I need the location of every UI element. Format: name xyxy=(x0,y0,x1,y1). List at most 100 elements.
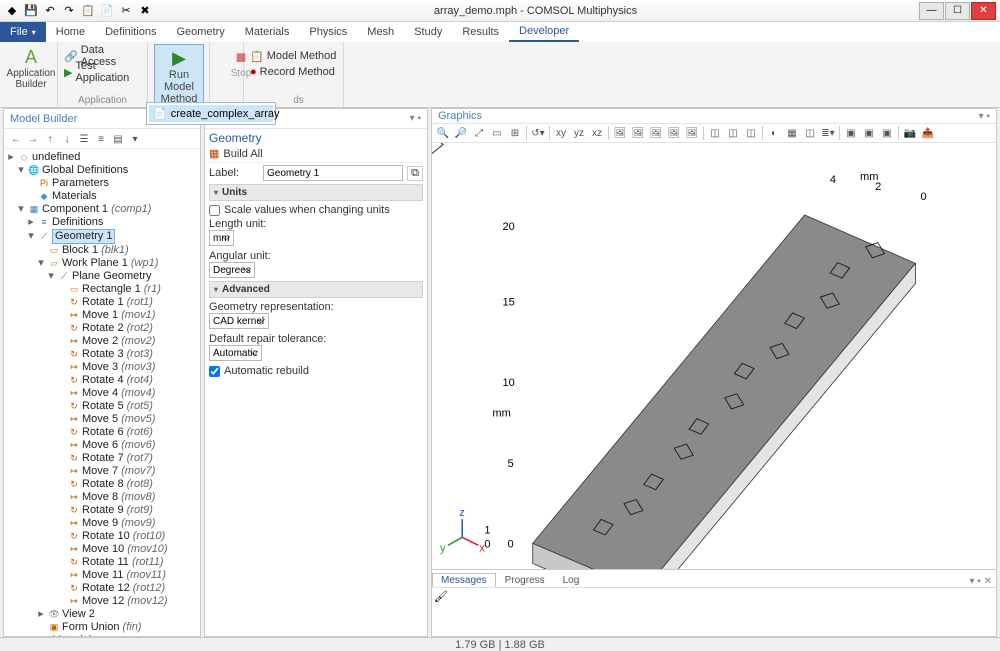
zoom-sel-icon[interactable]: ⊞ xyxy=(506,125,524,141)
tree-node[interactable]: ↻Rotate 8 (rot8) xyxy=(6,478,198,491)
tree-node[interactable]: ↻Rotate 4 (rot4) xyxy=(6,374,198,387)
tab-geometry[interactable]: Geometry xyxy=(166,22,234,42)
export-icon[interactable]: 📤 xyxy=(919,125,937,141)
save-icon[interactable]: 💾 xyxy=(23,3,39,19)
more-icon[interactable]: ▾ xyxy=(127,131,143,147)
repair-select[interactable]: Automatic xyxy=(209,345,262,361)
tree-node[interactable]: ▸👁View 2 xyxy=(6,608,198,621)
snapshot-icon[interactable]: 📷 xyxy=(901,125,919,141)
tree-node[interactable]: ↻Rotate 6 (rot6) xyxy=(6,426,198,439)
tree-node[interactable]: ▣Form Union (fin) xyxy=(6,621,198,634)
tree-node[interactable]: ▾⟋Plane Geometry xyxy=(6,270,198,283)
tree-node[interactable]: ↦Move 12 (mov12) xyxy=(6,595,198,608)
tab-results[interactable]: Results xyxy=(452,22,509,42)
tag-icon[interactable]: ⧉ xyxy=(407,166,423,181)
undo-icon[interactable]: ↶ xyxy=(42,3,58,19)
tree-node[interactable]: ↦Move 6 (mov6) xyxy=(6,439,198,452)
maximize-button[interactable]: ☐ xyxy=(945,2,970,20)
tree-node[interactable]: ▭Rectangle 1 (r1) xyxy=(6,283,198,296)
scale-checkbox[interactable] xyxy=(209,205,220,216)
tree-node[interactable]: ▸◇undefined xyxy=(6,151,198,164)
tree-node[interactable]: ▭Block 1 (blk1) xyxy=(6,244,198,257)
tree-node[interactable]: ↻Rotate 2 (rot2) xyxy=(6,322,198,335)
tree-node[interactable]: ◆Materials xyxy=(6,190,198,203)
select2-icon[interactable]: ◫ xyxy=(724,125,742,141)
tree-node[interactable]: ↦Move 2 (mov2) xyxy=(6,335,198,348)
model-tree[interactable]: ▸◇undefined▾🌐Global Definitions PіParame… xyxy=(4,149,200,636)
image4-icon[interactable]: 🖼 xyxy=(665,125,683,141)
select3-icon[interactable]: ◫ xyxy=(742,125,760,141)
units-section[interactable]: Units xyxy=(209,184,423,201)
zoom-box-icon[interactable]: ▭ xyxy=(488,125,506,141)
pin-icon[interactable]: ▾ ▪ xyxy=(979,111,990,122)
tab-log[interactable]: Log xyxy=(554,573,589,587)
tree-node[interactable]: ↻Rotate 12 (rot12) xyxy=(6,582,198,595)
tree-node[interactable]: ▾🌐Global Definitions xyxy=(6,164,198,177)
clip1-icon[interactable]: ▣ xyxy=(842,125,860,141)
copy-icon[interactable]: 📋 xyxy=(80,3,96,19)
pin-icon[interactable]: ▾ ▪ xyxy=(410,113,421,124)
tree-node[interactable]: ▾⟋Geometry 1 xyxy=(6,229,198,244)
image2-icon[interactable]: 🖼 xyxy=(629,125,647,141)
collapse-icon[interactable]: ▤ xyxy=(110,131,126,147)
select1-icon[interactable]: ◫ xyxy=(706,125,724,141)
pin-icon[interactable]: ▾ ▪ ✕ xyxy=(970,576,997,587)
clip2-icon[interactable]: ▣ xyxy=(860,125,878,141)
tree-node[interactable]: ↻Rotate 3 (rot3) xyxy=(6,348,198,361)
tab-mesh[interactable]: Mesh xyxy=(357,22,404,42)
model-method-button[interactable]: 📋Model Method xyxy=(250,48,337,64)
brush-icon[interactable]: 🖌 xyxy=(434,591,448,603)
wireframe-icon[interactable]: ◫ xyxy=(801,125,819,141)
tree-node[interactable]: ↦Move 9 (mov9) xyxy=(6,517,198,530)
application-builder-button[interactable]: A Application Builder xyxy=(6,44,56,92)
tree-node[interactable]: ↻Rotate 5 (rot5) xyxy=(6,400,198,413)
image5-icon[interactable]: 🖼 xyxy=(683,125,701,141)
tab-definitions[interactable]: Definitions xyxy=(95,22,166,42)
file-tab[interactable]: File xyxy=(0,22,46,42)
tree-node[interactable]: ↻Rotate 1 (rot1) xyxy=(6,296,198,309)
build-all-button[interactable]: ▦Build All xyxy=(209,145,423,163)
tree-node[interactable]: ↦Move 3 (mov3) xyxy=(6,361,198,374)
dropdown-item-create-complex-array[interactable]: 📄 create_complex_array xyxy=(149,105,273,122)
test-application-button[interactable]: ▶Test Application xyxy=(64,64,141,80)
nav-up-icon[interactable]: ↑ xyxy=(42,131,58,147)
filter-icon[interactable]: ≡ xyxy=(93,131,109,147)
zoom-out-icon[interactable]: 🔎 xyxy=(452,125,470,141)
nav-fwd-icon[interactable]: → xyxy=(25,131,41,147)
tree-node[interactable]: ↦Move 11 (mov11) xyxy=(6,569,198,582)
label-input[interactable] xyxy=(263,165,403,181)
clip3-icon[interactable]: ▣ xyxy=(878,125,896,141)
tree-node[interactable]: ↦Move 8 (mov8) xyxy=(6,491,198,504)
record-method-button[interactable]: ●Record Method xyxy=(250,64,337,80)
tree-node[interactable]: PіParameters xyxy=(6,177,198,190)
paste-icon[interactable]: 📄 xyxy=(99,3,115,19)
tab-physics[interactable]: Physics xyxy=(299,22,357,42)
length-unit-select[interactable]: mm xyxy=(209,230,234,246)
tree-node[interactable]: ▸≡Definitions xyxy=(6,216,198,229)
cut-icon[interactable]: ✂ xyxy=(118,3,134,19)
tab-progress[interactable]: Progress xyxy=(496,573,554,587)
tree-node[interactable]: ↦Move 5 (mov5) xyxy=(6,413,198,426)
view-yz-icon[interactable]: yz xyxy=(570,125,588,141)
tree-node[interactable]: ↦Move 1 (mov1) xyxy=(6,309,198,322)
zoom-in-icon[interactable]: 🔍 xyxy=(434,125,452,141)
nav-down-icon[interactable]: ↓ xyxy=(59,131,75,147)
tree-node[interactable]: ▾▦Component 1 (comp1) xyxy=(6,203,198,216)
view-xy-icon[interactable]: xy xyxy=(552,125,570,141)
mesh-icon[interactable]: ▦ xyxy=(783,125,801,141)
tree-node[interactable]: ↦Move 10 (mov10) xyxy=(6,543,198,556)
graphics-canvas[interactable]: mm mm mm 0 5 10 15 20 0 2 4 0 1 xyxy=(432,143,996,569)
nav-back-icon[interactable]: ← xyxy=(8,131,24,147)
geom-rep-select[interactable]: CAD kernel xyxy=(209,313,269,329)
advanced-section[interactable]: Advanced xyxy=(209,281,423,298)
tab-study[interactable]: Study xyxy=(404,22,452,42)
auto-rebuild-checkbox[interactable] xyxy=(209,366,220,377)
tree-node[interactable]: ↻Rotate 10 (rot10) xyxy=(6,530,198,543)
redo-icon[interactable]: ↷ xyxy=(61,3,77,19)
tree-node[interactable]: ↻Rotate 7 (rot7) xyxy=(6,452,198,465)
zoom-extents-icon[interactable]: ⤢ xyxy=(470,125,488,141)
image1-icon[interactable]: 🖼 xyxy=(611,125,629,141)
light-icon[interactable]: ◐ xyxy=(765,125,783,141)
tab-messages[interactable]: Messages xyxy=(432,573,496,587)
run-method-dropdown[interactable]: 📄 create_complex_array xyxy=(146,102,276,125)
